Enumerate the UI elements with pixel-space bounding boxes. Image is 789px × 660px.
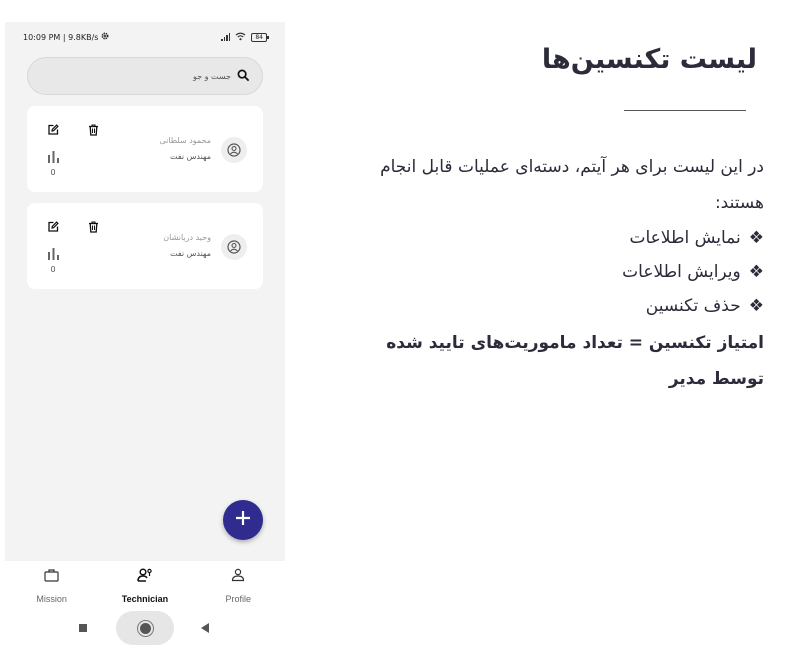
score-chart-icon — [47, 245, 60, 264]
bullet-item: ❖نمایش اطلاعات — [629, 228, 764, 248]
nav-label: Mission — [36, 594, 67, 604]
search-bar[interactable] — [27, 57, 263, 95]
bullet-icon: ❖ — [748, 262, 764, 282]
recent-apps-icon[interactable] — [79, 624, 87, 632]
technician-name: محمود سلطانی — [159, 136, 211, 145]
search-input[interactable] — [81, 71, 231, 81]
panel-intro: در این لیست برای هر آیتم، دسته‌ای عملیات… — [380, 157, 764, 213]
delete-icon[interactable] — [88, 121, 99, 140]
bullet-icon: ❖ — [748, 296, 764, 316]
technician-card[interactable]: 0 وحید دریانشان مهندس نفت — [27, 203, 263, 289]
score-chart-icon — [47, 148, 60, 167]
home-button[interactable] — [116, 611, 174, 645]
technician-role: مهندس نفت — [169, 152, 211, 161]
nav-item-profile[interactable]: Profile — [198, 561, 278, 609]
technician-name: وحید دریانشان — [163, 233, 211, 242]
title-divider — [624, 110, 746, 111]
battery-icon: 84 — [251, 32, 269, 42]
wifi-icon — [235, 32, 246, 43]
briefcase-icon[interactable] — [44, 567, 59, 586]
technician-score: 0 — [50, 168, 56, 177]
nav-label: Profile — [225, 594, 252, 604]
avatar — [221, 234, 247, 260]
delete-icon[interactable] — [88, 218, 99, 237]
plus-icon[interactable] — [234, 509, 252, 531]
phone-screen: 10:09 PM | 9.8KB/s 84 جست و جو 0 محمود س… — [5, 22, 285, 654]
system-navigation-bar — [5, 609, 285, 654]
score-note: امتیاز تکنسین = تعداد ماموریت‌های تایید … — [386, 333, 764, 389]
technician-icon[interactable] — [137, 567, 153, 586]
settings-gear-icon — [101, 32, 109, 42]
bullet-item: ❖ویرایش اطلاعات — [622, 262, 764, 282]
technician-card[interactable]: 0 محمود سلطانی مهندس نفت — [27, 106, 263, 192]
status-bar: 10:09 PM | 9.8KB/s 84 — [5, 22, 285, 52]
person-icon[interactable] — [231, 567, 245, 586]
technician-score: 0 — [50, 265, 56, 274]
back-icon[interactable] — [201, 623, 209, 633]
panel-description: در این لیست برای هر آیتم، دسته‌ای عملیات… — [344, 149, 764, 397]
bullet-item: ❖حذف تکنسین — [645, 296, 764, 316]
signal-icon — [220, 33, 231, 41]
add-technician-button[interactable] — [223, 500, 263, 540]
nav-label: Technician — [121, 594, 169, 604]
bullet-icon: ❖ — [748, 228, 764, 248]
status-time: 10:09 PM | 9.8KB/s — [23, 32, 99, 42]
technician-role: مهندس نفت — [169, 249, 211, 258]
edit-icon[interactable] — [47, 218, 59, 237]
nav-item-mission[interactable]: Mission — [12, 561, 92, 609]
bottom-navigation: Mission Technician Profile — [5, 561, 285, 609]
nav-item-technician[interactable]: Technician — [105, 561, 185, 609]
avatar — [221, 137, 247, 163]
search-icon[interactable] — [237, 67, 250, 86]
panel-title: لیست تکنسین‌ها — [541, 44, 757, 75]
edit-icon[interactable] — [47, 121, 59, 140]
